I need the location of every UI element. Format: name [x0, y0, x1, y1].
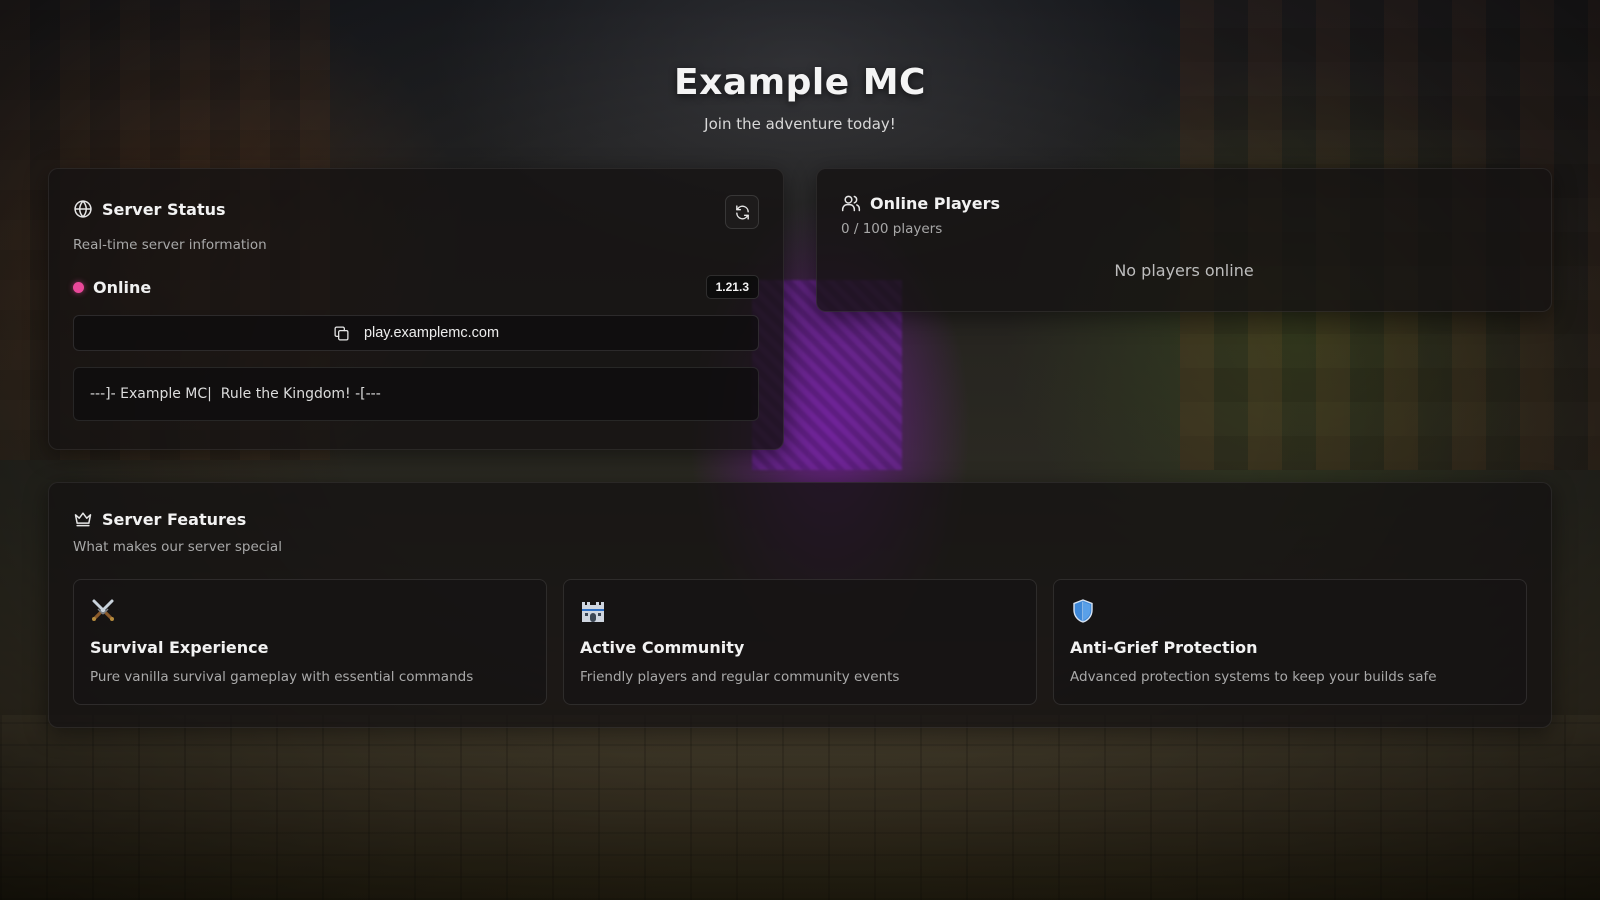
server-status-header: Server Status [73, 199, 759, 219]
feature-description: Pure vanilla survival gameplay with esse… [90, 669, 474, 685]
no-players-message: No players online [1114, 261, 1254, 280]
feature-card-anti-grief: Anti-Grief Protection Advanced protectio… [1053, 579, 1527, 705]
server-features-title: Server Features [102, 509, 247, 529]
version-badge: 1.21.3 [705, 275, 759, 299]
server-address: play.examplemc.com [363, 325, 500, 341]
page-title: Example MC [674, 62, 926, 103]
features-grid: Survival Experience Pure vanilla surviva… [73, 579, 1527, 705]
shield-icon [1070, 598, 1096, 624]
page-subtitle: Join the adventure today! [704, 115, 896, 133]
refresh-icon [735, 204, 749, 220]
online-players-card: Online Players 0 / 100 players No player… [816, 168, 1552, 312]
castle-icon [580, 598, 606, 624]
feature-title: Survival Experience [90, 638, 269, 657]
status-row: Online 1.21.3 [73, 275, 759, 299]
server-features-header: Server Features [73, 509, 1527, 529]
feature-title: Anti-Grief Protection [1070, 638, 1258, 657]
globe-icon [73, 199, 93, 219]
online-players-title: Online Players [870, 193, 1000, 213]
users-icon [841, 193, 861, 213]
hero: Example MC Join the adventure today! [0, 62, 1600, 133]
feature-title: Active Community [580, 638, 745, 657]
crossed-swords-icon [90, 598, 116, 624]
status-text: Online [93, 277, 152, 297]
server-features-card: Server Features What makes our server sp… [48, 482, 1552, 728]
status-indicator: Online [73, 278, 151, 297]
feature-description: Friendly players and regular community e… [580, 669, 900, 685]
server-status-card: Server Status Real-time server informati… [48, 168, 784, 450]
copy-icon [334, 325, 349, 341]
feature-card-community: Active Community Friendly players and re… [563, 579, 1037, 705]
crown-icon [73, 509, 93, 529]
server-status-title: Server Status [102, 199, 226, 219]
feature-description: Advanced protection systems to keep your… [1070, 669, 1437, 685]
server-features-subtitle: What makes our server special [73, 539, 282, 555]
refresh-button[interactable] [725, 195, 759, 229]
page-content: Example MC Join the adventure today! Ser… [0, 0, 1600, 900]
player-count: 0 / 100 players [841, 221, 943, 237]
feature-card-survival: Survival Experience Pure vanilla surviva… [73, 579, 547, 705]
status-dot [73, 281, 84, 293]
copy-address-button[interactable]: play.examplemc.com [73, 315, 759, 351]
server-motd: ---]- Example MC| Rule the Kingdom! -[--… [73, 367, 759, 421]
online-players-header: Online Players [841, 193, 1527, 213]
server-status-subtitle: Real-time server information [73, 237, 267, 253]
